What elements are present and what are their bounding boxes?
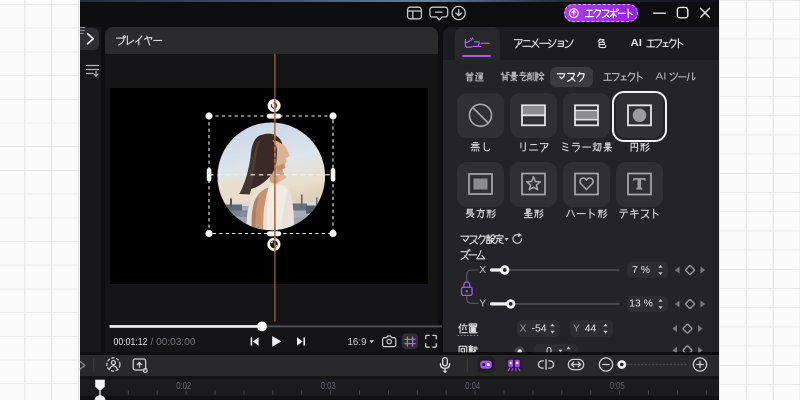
svg-text:16:9: 16:9	[348, 336, 367, 348]
svg-text:Y: Y	[573, 323, 580, 334]
svg-text:/ 00:03:00: / 00:03:00	[151, 336, 196, 348]
svg-text:0:05: 0:05	[610, 381, 625, 392]
svg-text:0:03: 0:03	[321, 381, 336, 392]
svg-text:X: X	[479, 265, 486, 276]
svg-text:00:01:12: 00:01:12	[114, 336, 148, 348]
svg-text:0:04: 0:04	[465, 381, 480, 392]
svg-text:0:02: 0:02	[176, 381, 191, 392]
svg-text:0: 0	[546, 346, 552, 357]
svg-text:-54: -54	[531, 323, 546, 334]
svg-text:7 %: 7 %	[632, 265, 650, 276]
svg-text:AI: AI	[656, 72, 667, 83]
svg-text:44: 44	[585, 323, 597, 334]
svg-text:X: X	[520, 323, 527, 334]
svg-text:13 %: 13 %	[629, 299, 653, 310]
svg-text:AI: AI	[631, 38, 643, 49]
svg-text:Y: Y	[479, 299, 486, 310]
